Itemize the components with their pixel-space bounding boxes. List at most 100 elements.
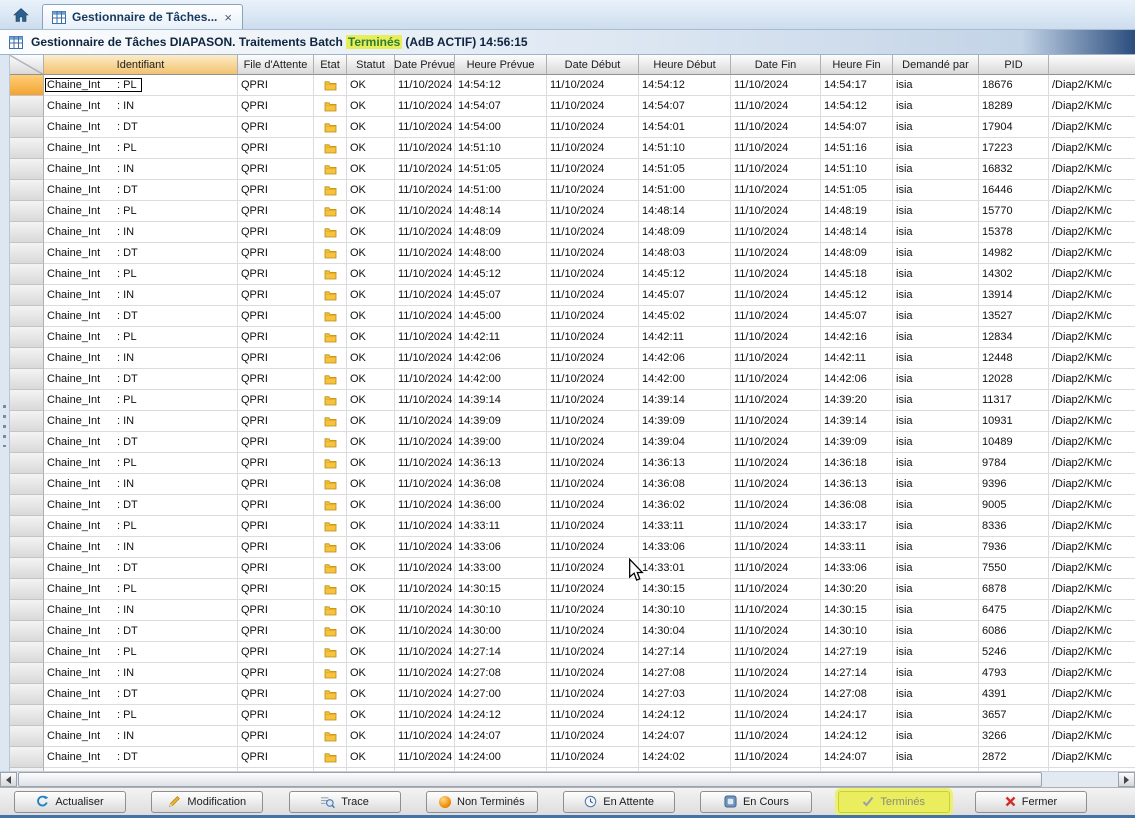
row-selector-cell[interactable] [10,600,44,621]
table-row[interactable]: Chaine_Int: IN QPRI OK 11/10/2024 14:36:… [10,474,1135,495]
row-selector-cell[interactable] [10,264,44,285]
table-row[interactable]: Chaine_Int: IN QPRI OK 11/10/2024 14:42:… [10,348,1135,369]
row-selector-cell[interactable] [10,159,44,180]
table-row[interactable]: Chaine_Int: IN QPRI OK 11/10/2024 14:45:… [10,285,1135,306]
table-row[interactable]: Chaine_Int: PL QPRI OK 11/10/2024 14:33:… [10,516,1135,537]
h-scrollbar-track[interactable] [17,772,1118,787]
row-selector-cell[interactable] [10,96,44,117]
column-header-heure-prevue[interactable]: Heure Prévue [455,55,547,75]
row-selector-cell[interactable] [10,369,44,390]
table-row[interactable]: Chaine_Int: DT QPRI OK 11/10/2024 14:24:… [10,747,1135,768]
table-row[interactable]: Chaine_Int: PL QPRI OK 11/10/2024 14:51:… [10,138,1135,159]
row-selector-cell[interactable] [10,495,44,516]
scroll-right-button[interactable] [1118,772,1135,787]
row-selector-cell[interactable] [10,726,44,747]
column-header-extra[interactable] [1049,55,1135,75]
tab-close-icon[interactable]: × [223,11,233,24]
column-header-etat[interactable]: Etat [314,55,347,75]
cell-heure-debut: 14:39:09 [639,411,731,432]
table-row[interactable]: Chaine_Int: DT QPRI OK 11/10/2024 14:39:… [10,432,1135,453]
row-selector-cell[interactable] [10,348,44,369]
cell-file-attente: QPRI [238,537,314,558]
table-row[interactable]: Chaine_Int: DT QPRI OK 11/10/2024 14:54:… [10,117,1135,138]
row-selector-cell[interactable] [10,411,44,432]
table-row[interactable]: Chaine_Int: DT QPRI OK 11/10/2024 14:45:… [10,306,1135,327]
table-row[interactable]: Chaine_Int: IN QPRI OK 11/10/2024 14:27:… [10,663,1135,684]
row-selector-cell[interactable] [10,180,44,201]
table-row[interactable]: Chaine_Int: PL QPRI OK 11/10/2024 14:45:… [10,264,1135,285]
row-selector-cell[interactable] [10,663,44,684]
column-header-statut[interactable]: Statut [347,55,395,75]
table-row[interactable]: Chaine_Int: IN QPRI OK 11/10/2024 14:54:… [10,96,1135,117]
row-selector-cell[interactable] [10,243,44,264]
table-row[interactable]: Chaine_Int: IN QPRI OK 11/10/2024 14:51:… [10,159,1135,180]
table-row[interactable]: Chaine_Int: PL QPRI OK 11/10/2024 14:54:… [10,75,1135,96]
table-row[interactable]: Chaine_Int: PL QPRI OK 11/10/2024 14:27:… [10,642,1135,663]
scroll-left-button[interactable] [0,772,17,787]
table-row[interactable]: Chaine_Int: PL QPRI OK 11/10/2024 14:48:… [10,201,1135,222]
table-row[interactable]: Chaine_Int: IN QPRI OK 11/10/2024 14:30:… [10,600,1135,621]
row-selector-cell[interactable] [10,516,44,537]
row-selector-cell[interactable] [10,474,44,495]
row-selector-cell[interactable] [10,747,44,768]
table-row[interactable]: Chaine_Int: DT QPRI OK 11/10/2024 14:27:… [10,684,1135,705]
termines-button[interactable]: Terminés [838,791,950,813]
table-row[interactable]: Chaine_Int: DT QPRI OK 11/10/2024 14:36:… [10,495,1135,516]
h-scrollbar-thumb[interactable] [18,772,1042,787]
cell-heure-fin: 14:33:06 [821,558,893,579]
table-row[interactable]: Chaine_Int: IN QPRI OK 11/10/2024 14:24:… [10,726,1135,747]
row-selector-cell[interactable] [10,138,44,159]
home-button[interactable] [8,3,34,27]
row-selector-cell[interactable] [10,306,44,327]
row-selector-cell[interactable] [10,537,44,558]
table-row[interactable]: Chaine_Int: PL QPRI OK 11/10/2024 14:24:… [10,705,1135,726]
column-header-heure-debut[interactable]: Heure Début [639,55,731,75]
table-row[interactable]: Chaine_Int: DT QPRI OK 11/10/2024 14:33:… [10,558,1135,579]
table-row[interactable]: Chaine_Int: PL QPRI OK 11/10/2024 14:36:… [10,453,1135,474]
row-selector-cell[interactable] [10,453,44,474]
row-selector-cell[interactable] [10,327,44,348]
row-selector-cell[interactable] [10,390,44,411]
row-selector-cell[interactable] [10,579,44,600]
row-selector-cell[interactable] [10,558,44,579]
table-row[interactable]: Chaine_Int: IN QPRI OK 11/10/2024 14:39:… [10,411,1135,432]
table-row[interactable]: Chaine_Int: PL QPRI OK 11/10/2024 14:30:… [10,579,1135,600]
row-selector-cell[interactable] [10,75,44,96]
non-termines-button[interactable]: Non Terminés [426,791,538,813]
table-row[interactable]: Chaine_Int: IN QPRI OK 11/10/2024 14:33:… [10,537,1135,558]
cell-statut: OK [347,390,395,411]
trace-button[interactable]: Trace [289,791,401,813]
column-header-date-prevue[interactable]: Date Prévue [395,55,455,75]
table-row[interactable]: Chaine_Int: DT QPRI OK 11/10/2024 14:42:… [10,369,1135,390]
row-selector-cell[interactable] [10,642,44,663]
row-selector-cell[interactable] [10,684,44,705]
column-header-identifiant[interactable]: Identifiant [44,55,238,75]
column-header-heure-fin[interactable]: Heure Fin [821,55,893,75]
column-header-date-debut[interactable]: Date Début [547,55,639,75]
table-row[interactable]: Chaine_Int: DT QPRI OK 11/10/2024 14:48:… [10,243,1135,264]
en-attente-button[interactable]: En Attente [563,791,675,813]
row-selector-cell[interactable] [10,201,44,222]
tab-gestionnaire-taches[interactable]: Gestionnaire de Tâches... × [42,4,243,29]
row-selector-cell[interactable] [10,432,44,453]
row-selector-cell[interactable] [10,222,44,243]
fermer-button[interactable]: Fermer [975,791,1087,813]
actualiser-button[interactable]: Actualiser [14,791,126,813]
modification-button[interactable]: Modification [151,791,263,813]
table-row[interactable]: Chaine_Int: IN QPRI OK 11/10/2024 14:48:… [10,222,1135,243]
row-selector-cell[interactable] [10,285,44,306]
en-cours-button[interactable]: En Cours [700,791,812,813]
column-header-date-fin[interactable]: Date Fin [731,55,821,75]
column-header-pid[interactable]: PID [979,55,1049,75]
table-row[interactable]: Chaine_Int: DT QPRI OK 11/10/2024 14:51:… [10,180,1135,201]
table-row[interactable]: Chaine_Int: DT QPRI OK 11/10/2024 14:30:… [10,621,1135,642]
row-selector-cell[interactable] [10,705,44,726]
row-selector-cell[interactable] [10,621,44,642]
column-header-demande-par[interactable]: Demandé par [893,55,979,75]
table-row[interactable]: Chaine_Int: PL QPRI OK 11/10/2024 14:39:… [10,390,1135,411]
left-splitter[interactable] [0,55,10,771]
column-header-file-attente[interactable]: File d'Attente [238,55,314,75]
table-row[interactable]: Chaine_Int: PL QPRI OK 11/10/2024 14:42:… [10,327,1135,348]
grid-corner-cell[interactable] [10,55,44,75]
row-selector-cell[interactable] [10,117,44,138]
